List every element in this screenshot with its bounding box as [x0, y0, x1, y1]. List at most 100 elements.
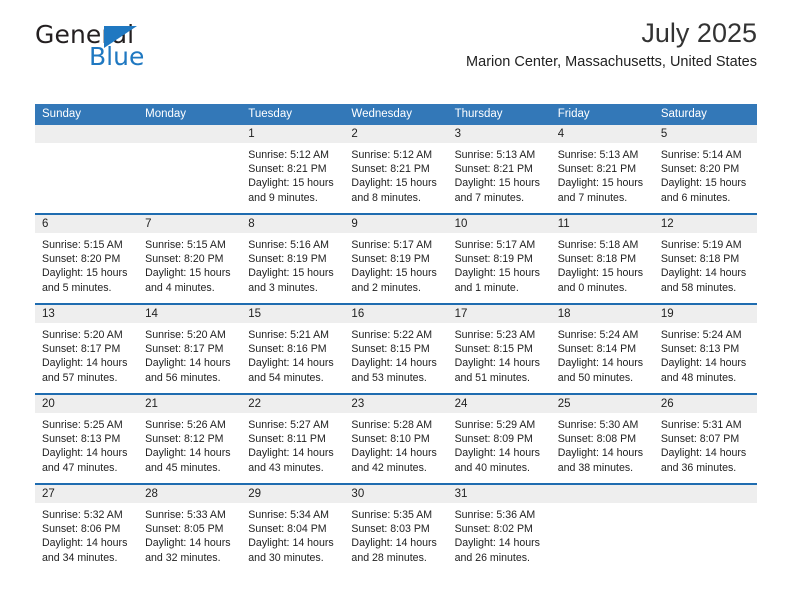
- day-details: Sunrise: 5:24 AM Sunset: 8:14 PM Daylight:…: [550, 323, 654, 393]
- calendar-day-cell[interactable]: 24 Sunrise: 5:29 AM Sunset: 8:09 PM Dayligh…: [447, 395, 551, 483]
- sunrise-time: Sunrise: 5:29 AM: [454, 419, 536, 431]
- logo-text-blue: Blue: [89, 42, 145, 71]
- sunset-time: Sunset: 8:11 PM: [248, 433, 326, 446]
- daylight-duration-line2: and 1 minute.: [454, 281, 519, 294]
- calendar-day-cell[interactable]: 26 Sunrise: 5:31 AM Sunset: 8:07 PM Dayligh…: [653, 395, 757, 483]
- calendar-day-cell[interactable]: 30 Sunrise: 5:35 AM Sunset: 8:03 PM Dayligh…: [344, 485, 448, 573]
- daylight-duration-line2: and 6 minutes.: [660, 191, 731, 204]
- daylight-duration-line2: and 40 minutes.: [454, 461, 530, 474]
- daylight-duration-line2: and 36 minutes.: [660, 461, 737, 474]
- calendar-day-cell[interactable]: 3 Sunrise: 5:13 AM Sunset: 8:21 PM Daylight…: [447, 125, 551, 213]
- daylight-duration-line1: Daylight: 14 hours: [248, 537, 334, 550]
- calendar-week-row: 20 Sunrise: 5:25 AM Sunset: 8:13 PM Dayligh…: [35, 393, 757, 483]
- sunrise-time: Sunrise: 5:35 AM: [351, 509, 433, 521]
- calendar-day-cell[interactable]: 19 Sunrise: 5:24 AM Sunset: 8:13 PM Dayligh…: [653, 305, 757, 393]
- calendar-day-cell[interactable]: 31 Sunrise: 5:36 AM Sunset: 8:02 PM Dayligh…: [447, 485, 551, 573]
- sunset-time: Sunset: 8:19 PM: [454, 253, 533, 266]
- calendar-day-cell[interactable]: 11 Sunrise: 5:18 AM Sunset: 8:18 PM Dayligh…: [550, 215, 654, 303]
- daylight-duration-line2: and 4 minutes.: [145, 281, 215, 294]
- calendar-day-cell[interactable]: 14 Sunrise: 5:20 AM Sunset: 8:17 PM Dayligh…: [138, 305, 242, 393]
- calendar-day-cell[interactable]: 13 Sunrise: 5:20 AM Sunset: 8:17 PM Dayligh…: [35, 305, 139, 393]
- calendar-day-cell[interactable]: 16 Sunrise: 5:22 AM Sunset: 8:15 PM Dayligh…: [344, 305, 448, 393]
- daylight-duration-line2: and 9 minutes.: [248, 191, 318, 204]
- calendar-day-cell[interactable]: 29 Sunrise: 5:34 AM Sunset: 8:04 PM Dayligh…: [241, 485, 345, 573]
- calendar-day-cell[interactable]: 25 Sunrise: 5:30 AM Sunset: 8:08 PM Dayligh…: [550, 395, 654, 483]
- sunrise-time: Sunrise: 5:15 AM: [42, 239, 123, 251]
- day-details: Sunrise: 5:12 AM Sunset: 8:21 PM Daylight:…: [344, 143, 448, 213]
- calendar-day-cell[interactable]: 21 Sunrise: 5:26 AM Sunset: 8:12 PM Dayligh…: [138, 395, 242, 483]
- calendar-day-cell[interactable]: 20 Sunrise: 5:25 AM Sunset: 8:13 PM Dayligh…: [35, 395, 139, 483]
- sunrise-time: Sunrise: 5:17 AM: [454, 239, 536, 251]
- calendar-week-row: 27 Sunrise: 5:32 AM Sunset: 8:06 PM Dayligh…: [35, 483, 757, 573]
- sunrise-time: Sunrise: 5:28 AM: [351, 419, 433, 431]
- daylight-duration-line1: Daylight: 15 hours: [454, 177, 540, 190]
- weekday-header-friday: Friday: [557, 108, 590, 120]
- calendar-day-cell[interactable]: 8 Sunrise: 5:16 AM Sunset: 8:19 PM Daylight…: [241, 215, 345, 303]
- sunset-time: Sunset: 8:15 PM: [351, 343, 430, 356]
- sunset-time: Sunset: 8:02 PM: [454, 523, 533, 536]
- sunrise-time: Sunrise: 5:25 AM: [42, 419, 123, 431]
- day-details: Sunrise: 5:17 AM Sunset: 8:19 PM Daylight:…: [344, 233, 448, 303]
- daylight-duration-line1: Daylight: 15 hours: [351, 267, 437, 280]
- calendar-day-cell[interactable]: 18 Sunrise: 5:24 AM Sunset: 8:14 PM Dayligh…: [550, 305, 654, 393]
- sunset-time: Sunset: 8:13 PM: [660, 343, 740, 356]
- daylight-duration-line1: Daylight: 15 hours: [42, 267, 128, 280]
- daylight-duration-line2: and 0 minutes.: [557, 281, 628, 294]
- day-number: 14: [138, 305, 242, 323]
- daylight-duration-line2: and 28 minutes.: [351, 551, 427, 564]
- daylight-duration-line2: and 53 minutes.: [351, 371, 427, 384]
- day-number: 19: [653, 305, 757, 323]
- day-number: [138, 125, 242, 143]
- weekday-header-saturday: Saturday: [660, 108, 707, 120]
- day-number: 1: [241, 125, 345, 143]
- sunset-time: Sunset: 8:15 PM: [454, 343, 533, 356]
- sunset-time: Sunset: 8:19 PM: [351, 253, 430, 266]
- calendar-day-cell[interactable]: 7 Sunrise: 5:15 AM Sunset: 8:20 PM Daylight…: [138, 215, 242, 303]
- calendar-day-cell[interactable]: 6 Sunrise: 5:15 AM Sunset: 8:20 PM Daylight…: [35, 215, 139, 303]
- calendar-day-cell[interactable]: 23 Sunrise: 5:28 AM Sunset: 8:10 PM Dayligh…: [344, 395, 448, 483]
- day-details: Sunrise: 5:32 AM Sunset: 8:06 PM Daylight:…: [35, 503, 139, 573]
- calendar-empty-cell: [138, 125, 242, 213]
- daylight-duration-line1: Daylight: 14 hours: [351, 357, 437, 370]
- daylight-duration-line1: Daylight: 14 hours: [248, 447, 334, 460]
- sunrise-time: Sunrise: 5:18 AM: [557, 239, 639, 251]
- calendar-day-cell[interactable]: 9 Sunrise: 5:17 AM Sunset: 8:19 PM Daylight…: [344, 215, 448, 303]
- page-header: General Blue July 2025 Marion Center, Ma…: [35, 0, 757, 73]
- day-details: Sunrise: 5:20 AM Sunset: 8:17 PM Daylight:…: [35, 323, 139, 393]
- calendar-day-cell[interactable]: 12 Sunrise: 5:19 AM Sunset: 8:18 PM Dayligh…: [653, 215, 757, 303]
- sunrise-time: Sunrise: 5:20 AM: [145, 329, 226, 341]
- sunrise-time: Sunrise: 5:26 AM: [145, 419, 226, 431]
- calendar-day-cell[interactable]: 28 Sunrise: 5:33 AM Sunset: 8:05 PM Dayligh…: [138, 485, 242, 573]
- sunset-time: Sunset: 8:21 PM: [454, 163, 533, 176]
- calendar-day-cell[interactable]: 22 Sunrise: 5:27 AM Sunset: 8:11 PM Dayligh…: [241, 395, 345, 483]
- daylight-duration-line1: Daylight: 14 hours: [145, 357, 231, 370]
- day-number: [35, 125, 139, 143]
- calendar-day-cell[interactable]: 17 Sunrise: 5:23 AM Sunset: 8:15 PM Dayligh…: [447, 305, 551, 393]
- day-details: Sunrise: 5:34 AM Sunset: 8:04 PM Daylight:…: [241, 503, 345, 573]
- daylight-duration-line1: Daylight: 15 hours: [145, 267, 231, 280]
- day-details: Sunrise: 5:14 AM Sunset: 8:20 PM Daylight:…: [653, 143, 757, 213]
- daylight-duration-line1: Daylight: 14 hours: [351, 537, 437, 550]
- day-number: 3: [447, 125, 551, 143]
- calendar-day-cell[interactable]: 4 Sunrise: 5:13 AM Sunset: 8:21 PM Daylight…: [550, 125, 654, 213]
- daylight-duration-line2: and 56 minutes.: [145, 371, 221, 384]
- day-number: 4: [550, 125, 654, 143]
- calendar-day-cell[interactable]: 5 Sunrise: 5:14 AM Sunset: 8:20 PM Daylight…: [653, 125, 757, 213]
- calendar-empty-cell: [653, 485, 757, 573]
- sunrise-time: Sunrise: 5:32 AM: [42, 509, 123, 521]
- daylight-duration-line1: Daylight: 14 hours: [557, 447, 644, 460]
- calendar-day-cell[interactable]: 2 Sunrise: 5:12 AM Sunset: 8:21 PM Daylight…: [344, 125, 448, 213]
- calendar-day-cell[interactable]: 1 Sunrise: 5:12 AM Sunset: 8:21 PM Daylight…: [241, 125, 345, 213]
- calendar-day-cell[interactable]: 10 Sunrise: 5:17 AM Sunset: 8:19 PM Dayligh…: [447, 215, 551, 303]
- general-blue-logo[interactable]: General Blue: [35, 22, 225, 74]
- sunrise-time: Sunrise: 5:17 AM: [351, 239, 433, 251]
- calendar-day-cell[interactable]: 15 Sunrise: 5:21 AM Sunset: 8:16 PM Dayligh…: [241, 305, 345, 393]
- sunset-time: Sunset: 8:06 PM: [42, 523, 121, 536]
- sunrise-time: Sunrise: 5:23 AM: [454, 329, 536, 341]
- weekday-header-sunday: Sunday: [42, 108, 82, 120]
- sunrise-time: Sunrise: 5:27 AM: [248, 419, 329, 431]
- calendar-day-cell[interactable]: 27 Sunrise: 5:32 AM Sunset: 8:06 PM Dayligh…: [35, 485, 139, 573]
- daylight-duration-line1: Daylight: 14 hours: [454, 357, 540, 370]
- weekday-header-wednesday: Wednesday: [351, 108, 412, 120]
- daylight-duration-line1: Daylight: 14 hours: [248, 357, 334, 370]
